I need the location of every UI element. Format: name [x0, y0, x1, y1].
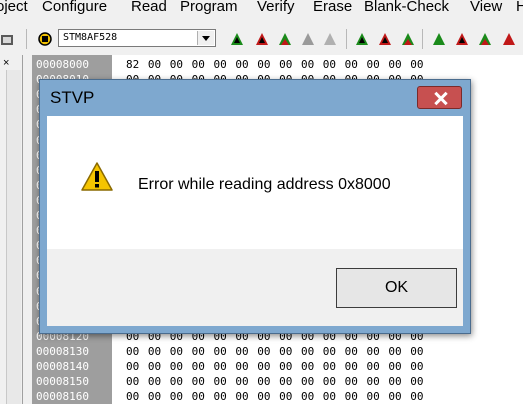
device-icon[interactable]	[37, 31, 53, 47]
row-address: 00008140	[36, 360, 89, 373]
toolbar-separator	[422, 29, 423, 49]
row-address: 00008150	[36, 375, 89, 389]
menu-erase[interactable]: Erase	[313, 0, 352, 16]
menu-project[interactable]: oject	[0, 0, 28, 16]
read-icon[interactable]	[354, 31, 370, 47]
menu-read[interactable]: Read	[131, 0, 167, 16]
menu-verify[interactable]: Verify	[257, 0, 295, 16]
menu-view[interactable]: View	[470, 0, 502, 16]
program-icon[interactable]	[377, 31, 393, 47]
row-bytes: 00 00 00 00 00 00 00 00 00 00 00 00 00 0…	[126, 375, 424, 389]
program-icon[interactable]	[277, 31, 293, 47]
table-row[interactable]: 00008150 00 00 00 00 00 00 00 00 00 00 00…	[32, 374, 523, 389]
close-button[interactable]	[417, 86, 462, 109]
read-all-icon[interactable]	[254, 31, 270, 47]
chevron-down-icon[interactable]	[197, 31, 214, 45]
ok-button[interactable]: OK	[336, 268, 457, 308]
program-all-icon[interactable]	[501, 31, 517, 47]
menu-blank-check[interactable]: Blank-Check	[364, 0, 449, 16]
close-icon[interactable]: ×	[3, 57, 9, 69]
row-address: 00008130	[36, 344, 89, 358]
error-dialog: STVP Error while reading address 0x8000 …	[39, 79, 471, 334]
row-bytes: 00 00 00 00 00 00 00 00 00 00 00 00 00 0…	[126, 344, 424, 358]
row-address: 00008160	[36, 390, 89, 404]
verify-icon[interactable]	[477, 31, 493, 47]
warning-icon	[81, 162, 113, 191]
read-icon[interactable]	[229, 31, 245, 47]
table-row[interactable]: 00008160 00 00 00 00 00 00 00 00 00 00 00…	[32, 389, 523, 404]
dialog-body: Error while reading address 0x8000 OK	[47, 116, 463, 326]
scrollbar[interactable]	[6, 70, 21, 404]
program-icon[interactable]	[454, 31, 470, 47]
row-address: 00008000	[36, 58, 89, 71]
toolbar: STM8AF528	[0, 26, 523, 52]
menu-configure[interactable]: Configure	[42, 0, 107, 16]
table-row[interactable]: 00008000 82 00 00 00 00 00 00 00 00 00 00…	[32, 57, 523, 72]
device-select-value: STM8AF528	[63, 32, 118, 43]
row-bytes: 00 00 00 00 00 00 00 00 00 00 00 00 00 0…	[126, 390, 424, 404]
read-icon[interactable]	[431, 31, 447, 47]
dialog-title: STVP	[50, 88, 95, 107]
menu-bar: oject Configure Read Program Verify Eras…	[0, 0, 523, 20]
row-bytes: 00 00 00 00 00 00 00 00 00 00 00 00 00 0…	[126, 360, 424, 373]
open-icon[interactable]	[0, 31, 16, 47]
verify-icon[interactable]	[400, 31, 416, 47]
menu-help[interactable]: H	[516, 0, 523, 16]
row-bytes: 82 00 00 00 00 00 00 00 00 00 00 00 00 0…	[126, 58, 424, 71]
toolbar-separator	[26, 29, 27, 49]
device-select[interactable]: STM8AF528	[58, 29, 216, 47]
table-row[interactable]: 00008130 00 00 00 00 00 00 00 00 00 00 00…	[32, 344, 523, 359]
error-message: Error while reading address 0x8000	[138, 176, 391, 193]
table-row[interactable]: 00008140 00 00 00 00 00 00 00 00 00 00 00…	[32, 359, 523, 374]
menu-program[interactable]: Program	[180, 0, 238, 16]
program-all-icon	[324, 33, 336, 45]
toolbar-separator	[346, 29, 347, 49]
verify-icon	[302, 33, 314, 45]
